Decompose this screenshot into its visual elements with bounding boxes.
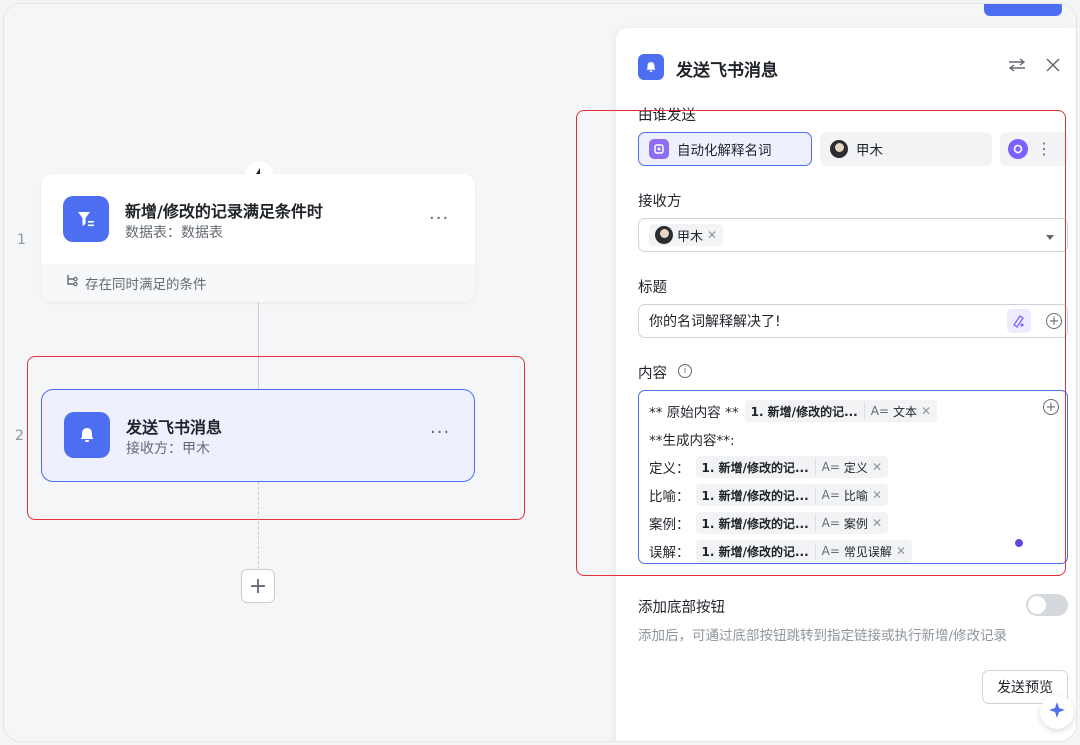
workflow-canvas: 1 2 新增/修改的记录满足条件时 数据表：数据表 ··· 存在同时满足的条件	[4, 4, 616, 741]
filter-icon	[63, 196, 109, 242]
step-number-2: 2	[15, 428, 24, 444]
highlight-box-action	[27, 356, 525, 520]
app-frame: 1 2 新增/修改的记录满足条件时 数据表：数据表 ··· 存在同时满足的条件	[3, 3, 1077, 742]
bottom-button-hint: 添加后，可通过底部按钮跳转到指定链接或执行新增/修改记录	[638, 628, 1008, 644]
trigger-subtitle: 数据表：数据表	[125, 225, 223, 241]
swap-icon[interactable]	[1006, 54, 1028, 76]
condition-label: 存在同时满足的条件	[85, 277, 207, 293]
ai-assistant-button[interactable]	[1040, 695, 1074, 729]
close-icon[interactable]	[1042, 54, 1064, 76]
panel-bell-icon	[638, 54, 664, 80]
panel-title: 发送飞书消息	[676, 61, 778, 81]
top-action-button[interactable]	[984, 4, 1062, 16]
trigger-condition-footer[interactable]: 存在同时满足的条件	[41, 264, 475, 302]
step-number-1: 1	[17, 232, 26, 248]
sparkle-icon	[1048, 701, 1066, 723]
trigger-title: 新增/修改的记录满足条件时	[125, 202, 323, 221]
connector-dashed-line	[258, 482, 259, 569]
add-step-button[interactable]: +	[241, 569, 275, 603]
bottom-button-label: 添加底部按钮	[638, 600, 725, 616]
bottom-button-toggle[interactable]	[1026, 594, 1068, 616]
condition-branch-icon	[65, 274, 79, 292]
highlight-box-panel	[576, 110, 1066, 576]
trigger-card[interactable]: 新增/修改的记录满足条件时 数据表：数据表 ··· 存在同时满足的条件	[41, 174, 475, 302]
trigger-more-button[interactable]: ···	[429, 208, 449, 229]
